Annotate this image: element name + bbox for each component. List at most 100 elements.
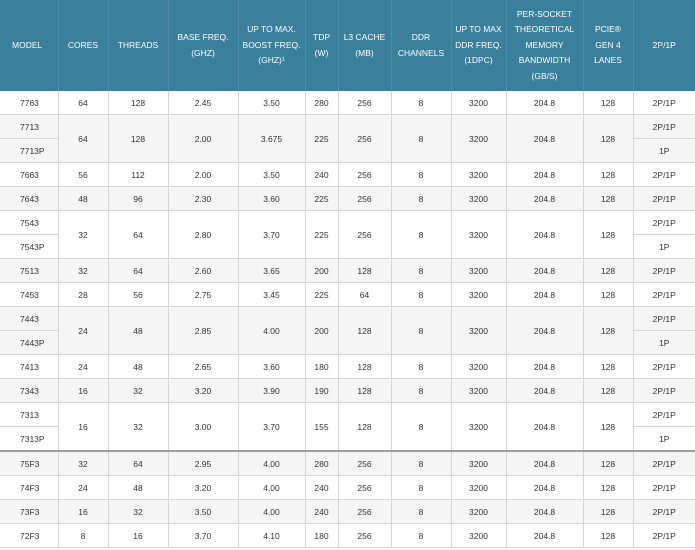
sockets-cell: 2P/1P [633, 450, 695, 476]
sockets-cell: 2P/1P [633, 475, 695, 500]
tdp-cell: 240 [305, 162, 339, 187]
boost-freq-cell: 4.00 [238, 450, 306, 476]
model-cell: 7413 [0, 354, 59, 379]
col-header-cores: CORES [58, 0, 109, 91]
ddr-channels-cell: 8 [391, 402, 452, 452]
l3-cache-cell: 128 [338, 354, 392, 379]
cores-cell: 56 [58, 162, 109, 187]
memory-bandwidth-cell: 204.8 [506, 210, 584, 259]
table-row: 7413 24 48 2.65 3.60 180 128 8 3200 204.8 128 2P/1P [0, 354, 695, 379]
pcie-lanes-cell: 128 [583, 402, 634, 452]
threads-cell: 112 [108, 162, 169, 187]
l3-cache-cell: 256 [338, 210, 392, 259]
l3-cache-cell: 256 [338, 523, 392, 548]
memory-bandwidth-cell: 204.8 [506, 282, 584, 307]
base-freq-cell: 3.50 [168, 499, 239, 524]
col-header-ddr-channels: DDR CHANNELS [391, 0, 452, 91]
base-freq-cell: 2.60 [168, 258, 239, 283]
l3-cache-cell: 64 [338, 282, 392, 307]
model-cell: 7443P [0, 330, 59, 355]
ddr-freq-cell: 3200 [451, 162, 507, 187]
model-cell: 7543 [0, 210, 59, 235]
sockets-cell: 2P/1P [633, 114, 695, 139]
l3-cache-cell: 256 [338, 91, 392, 115]
table-row: 7343 16 32 3.20 3.90 190 128 8 3200 204.8 128 2P/1P [0, 378, 695, 403]
memory-bandwidth-cell: 204.8 [506, 354, 584, 379]
table-row: 7713 64 128 2.00 3.675 225 256 8 3200 204.8 128 2P/… [0, 114, 695, 163]
cores-cell: 28 [58, 282, 109, 307]
ddr-channels-cell: 8 [391, 282, 452, 307]
ddr-freq-cell: 3200 [451, 450, 507, 476]
ddr-channels-cell: 8 [391, 186, 452, 211]
ddr-channels-cell: 8 [391, 523, 452, 548]
ddr-freq-cell: 3200 [451, 186, 507, 211]
memory-bandwidth-cell: 204.8 [506, 162, 584, 187]
sockets-cell: 2P/1P [633, 210, 695, 235]
table-row: 74F3 24 48 3.20 4.00 240 256 8 3200 204.8 128 2P/1P [0, 475, 695, 500]
col-header-tdp: TDP (W) [305, 0, 339, 91]
base-freq-cell: 2.80 [168, 210, 239, 259]
tdp-cell: 190 [305, 378, 339, 403]
boost-freq-cell: 3.90 [238, 378, 306, 403]
table-row: 7513 32 64 2.60 3.65 200 128 8 3200 204.8 128 2P/1P [0, 258, 695, 283]
processor-spec-table: MODEL CORES THREADS BASE FREQ. (GHZ) UP … [0, 0, 695, 548]
l3-cache-cell: 256 [338, 114, 392, 163]
table-row: 75F3 32 64 2.95 4.00 280 256 8 3200 204.8 128 2P/1P [0, 450, 695, 476]
boost-freq-cell: 4.00 [238, 475, 306, 500]
sockets-cell: 2P/1P [633, 91, 695, 115]
cores-cell: 24 [58, 475, 109, 500]
threads-cell: 48 [108, 475, 169, 500]
col-header-boost-freq: UP TO MAX. BOOST FREQ. (GHZ)¹ [238, 0, 306, 91]
table-body: 7763 64 128 2.45 3.50 280 256 8 3200 204.8 128 2P/1… [0, 91, 695, 548]
pcie-lanes-cell: 128 [583, 114, 634, 163]
tdp-cell: 200 [305, 258, 339, 283]
table-row: 7763 64 128 2.45 3.50 280 256 8 3200 204.8 128 2P/1… [0, 91, 695, 115]
model-cell: 75F3 [0, 450, 59, 476]
pcie-lanes-cell: 128 [583, 499, 634, 524]
pcie-lanes-cell: 128 [583, 306, 634, 355]
model-cell: 7343 [0, 378, 59, 403]
memory-bandwidth-cell: 204.8 [506, 378, 584, 403]
pcie-lanes-cell: 128 [583, 91, 634, 115]
table-row: 7643 48 96 2.30 3.60 225 256 8 3200 204.8 128 2P/1P [0, 186, 695, 211]
model-cell: 7643 [0, 186, 59, 211]
table-row: 7453 28 56 2.75 3.45 225 64 8 3200 204.8 128 2P/1P [0, 282, 695, 307]
sockets-cell: 2P/1P [633, 306, 695, 331]
base-freq-cell: 2.00 [168, 162, 239, 187]
l3-cache-cell: 256 [338, 475, 392, 500]
base-freq-cell: 2.75 [168, 282, 239, 307]
ddr-channels-cell: 8 [391, 162, 452, 187]
pcie-lanes-cell: 128 [583, 282, 634, 307]
base-freq-cell: 2.65 [168, 354, 239, 379]
cores-cell: 64 [58, 114, 109, 163]
cores-cell: 16 [58, 402, 109, 452]
cores-cell: 24 [58, 354, 109, 379]
tdp-cell: 240 [305, 475, 339, 500]
table-row: 7663 56 112 2.00 3.50 240 256 8 3200 204.8 128 2P/1… [0, 162, 695, 187]
col-header-sockets: 2P/1P [633, 0, 695, 91]
tdp-cell: 200 [305, 306, 339, 355]
threads-cell: 128 [108, 91, 169, 115]
model-cell: 7763 [0, 91, 59, 115]
ddr-freq-cell: 3200 [451, 354, 507, 379]
memory-bandwidth-cell: 204.8 [506, 306, 584, 355]
col-header-model: MODEL [0, 0, 59, 91]
model-cell: 74F3 [0, 475, 59, 500]
cores-cell: 24 [58, 306, 109, 355]
ddr-freq-cell: 3200 [451, 282, 507, 307]
threads-cell: 56 [108, 282, 169, 307]
threads-cell: 32 [108, 402, 169, 452]
pcie-lanes-cell: 128 [583, 210, 634, 259]
base-freq-cell: 2.45 [168, 91, 239, 115]
table-row: 7543 32 64 2.80 3.70 225 256 8 3200 204.8 128 2P/1P [0, 210, 695, 259]
ddr-freq-cell: 3200 [451, 306, 507, 355]
pcie-lanes-cell: 128 [583, 162, 634, 187]
ddr-freq-cell: 3200 [451, 378, 507, 403]
threads-cell: 128 [108, 114, 169, 163]
cores-cell: 32 [58, 258, 109, 283]
tdp-cell: 225 [305, 186, 339, 211]
l3-cache-cell: 128 [338, 306, 392, 355]
cores-cell: 48 [58, 186, 109, 211]
tdp-cell: 225 [305, 282, 339, 307]
cores-cell: 16 [58, 378, 109, 403]
